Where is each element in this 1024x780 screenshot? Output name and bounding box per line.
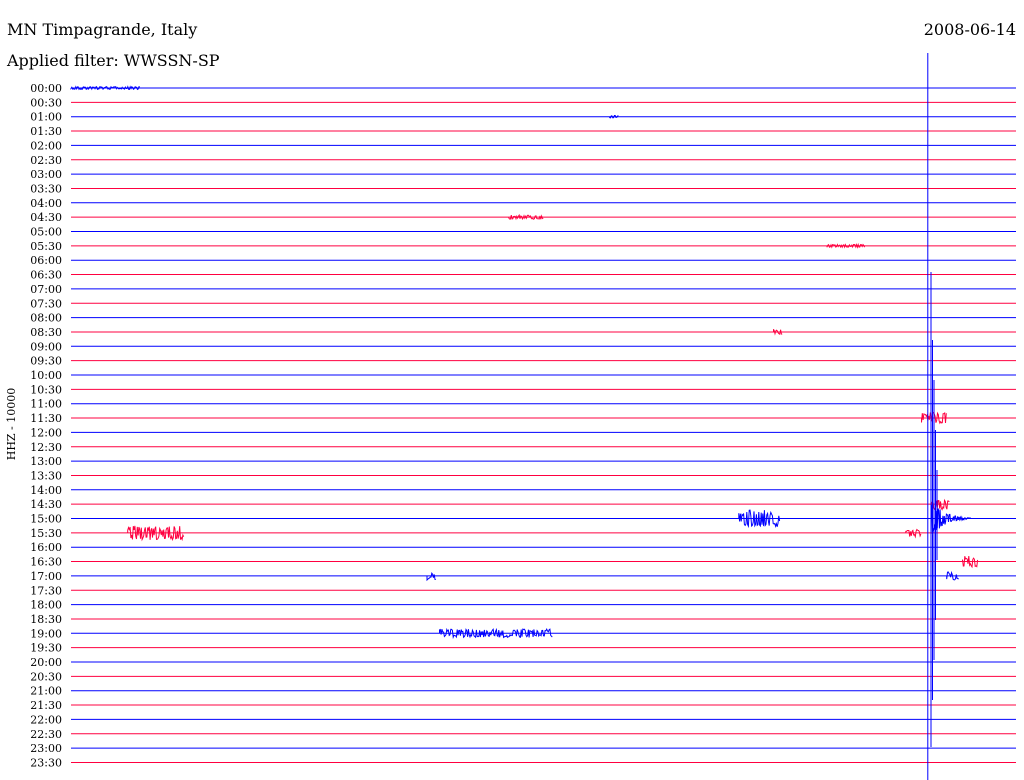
row-label-41: 20:30 (30, 670, 62, 683)
row-label-18: 09:00 (30, 340, 62, 353)
row-label-45: 22:30 (30, 728, 62, 741)
row-label-26: 13:00 (30, 455, 62, 468)
row-label-11: 05:30 (30, 240, 62, 253)
row-label-25: 12:30 (30, 441, 62, 454)
trace-rows (70, 85, 1016, 763)
row-label-40: 20:00 (30, 656, 62, 669)
row-label-29: 14:30 (30, 498, 62, 511)
row-label-39: 19:30 (30, 642, 62, 655)
event-burst-11 (426, 572, 436, 582)
row-label-16: 08:00 (30, 312, 62, 325)
row-label-38: 19:00 (30, 627, 62, 640)
row-label-33: 16:30 (30, 556, 62, 569)
helicorder-chart: MN Timpagrande, Italy 2008-06-14 Applied… (5, 20, 1016, 780)
row-label-15: 07:30 (30, 297, 62, 310)
row-label-34: 17:00 (30, 570, 62, 583)
row-label-35: 17:30 (30, 584, 62, 597)
row-label-12: 06:00 (30, 254, 62, 267)
row-label-2: 01:00 (30, 111, 62, 124)
row-label-47: 23:30 (30, 756, 62, 769)
row-label-4: 02:00 (30, 139, 62, 152)
station-title: MN Timpagrande, Italy (7, 20, 197, 39)
row-label-14: 07:00 (30, 283, 62, 296)
row-label-36: 18:00 (30, 599, 62, 612)
row-label-22: 11:00 (30, 398, 62, 411)
event-burst-3 (826, 242, 866, 249)
event-burst-1 (609, 115, 619, 119)
row-label-30: 15:00 (30, 513, 62, 526)
earthquake-signal (930, 272, 972, 747)
row-label-28: 14:00 (30, 484, 62, 497)
y-axis-label: HHZ - 10000 (5, 388, 18, 461)
row-label-0: 00:00 (30, 82, 62, 95)
row-label-6: 03:00 (30, 168, 62, 181)
row-label-31: 15:30 (30, 527, 62, 540)
row-label-44: 22:00 (30, 713, 62, 726)
row-label-9: 04:30 (30, 211, 62, 224)
row-label-42: 21:00 (30, 685, 62, 698)
row-label-21: 10:30 (30, 383, 62, 396)
row-label-27: 13:30 (30, 469, 62, 482)
row-label-20: 10:00 (30, 369, 62, 382)
row-label-1: 00:30 (30, 96, 62, 109)
event-burst-4 (773, 328, 783, 336)
row-label-17: 08:30 (30, 326, 62, 339)
row-label-3: 01:30 (30, 125, 62, 138)
row-label-32: 16:00 (30, 541, 62, 554)
row-label-24: 12:00 (30, 426, 62, 439)
row-label-10: 05:00 (30, 226, 62, 239)
filter-label: Applied filter: WWSSN-SP (6, 51, 220, 70)
row-label-8: 04:00 (30, 197, 62, 210)
row-label-43: 21:30 (30, 699, 62, 712)
row-tick-labels: 00:0000:30 01:0001:3002:00 02:3003:0003:30… (30, 82, 62, 769)
row-label-19: 09:30 (30, 355, 62, 368)
row-label-5: 02:30 (30, 154, 62, 167)
row-label-13: 06:30 (30, 269, 62, 282)
row-label-7: 03:30 (30, 182, 62, 195)
date-label: 2008-06-14 (924, 20, 1016, 39)
row-label-23: 11:30 (30, 412, 62, 425)
row-label-37: 18:30 (30, 613, 62, 626)
row-label-46: 23:00 (30, 742, 62, 755)
